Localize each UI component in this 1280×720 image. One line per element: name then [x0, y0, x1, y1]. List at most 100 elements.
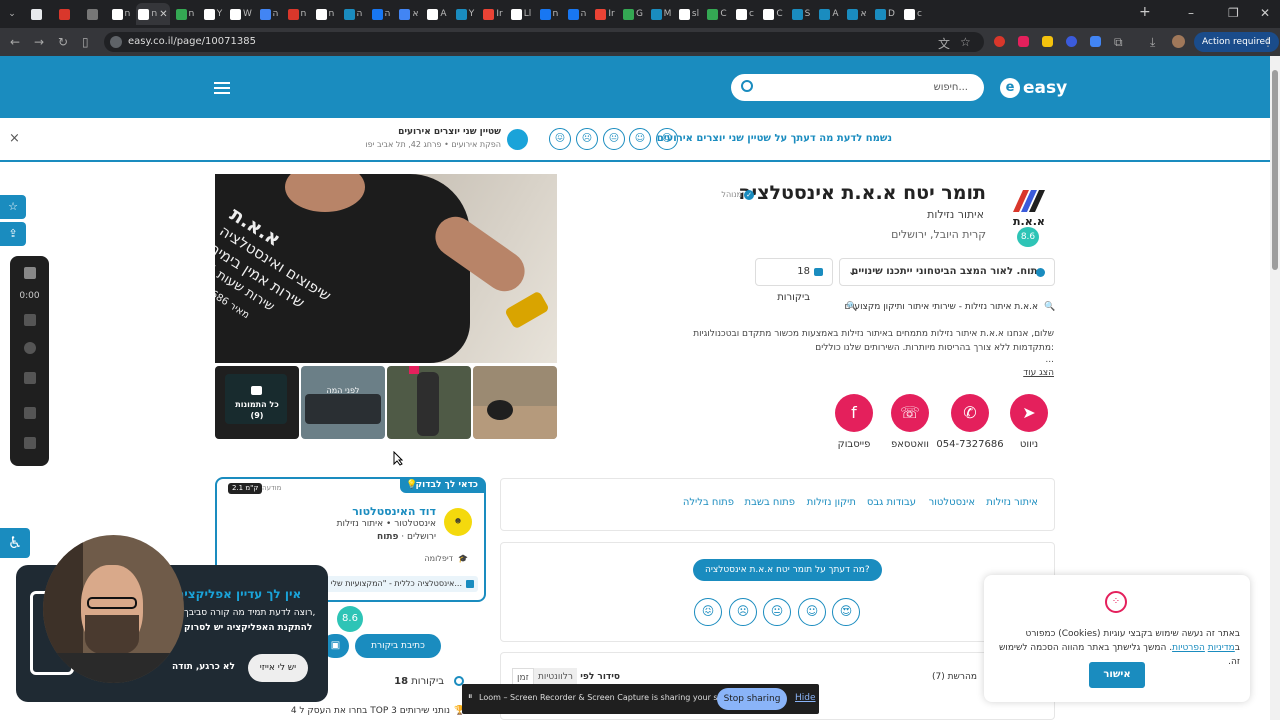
rating-face-1-icon[interactable]: 😖 [549, 128, 571, 150]
review-face-3-icon[interactable]: 😐 [763, 598, 791, 626]
chip-open-shabbat[interactable]: פתוח בשבת [745, 497, 795, 508]
extensions-puzzle-icon[interactable]: ⧉ [1114, 35, 1123, 50]
stop-record-icon[interactable] [24, 267, 36, 279]
app-yes-button[interactable]: יש לי אייזי [248, 654, 308, 682]
app-no-button[interactable]: לא כרגע, תודה [172, 662, 235, 672]
cookie-accept-button[interactable]: אישור [1089, 662, 1145, 688]
chip-plumber[interactable]: אינסטלטור [929, 497, 975, 508]
hide-link[interactable]: Hide [795, 693, 816, 703]
forward-icon[interactable]: → [34, 35, 44, 49]
pause-record-icon[interactable] [24, 314, 36, 326]
rating-face-3-icon[interactable]: 😐 [603, 128, 625, 150]
translate-icon[interactable]: 文 [938, 35, 950, 52]
thumb-photo-2[interactable]: לפני המה [301, 366, 385, 439]
browser-tab-26[interactable]: c [732, 3, 758, 25]
search-input[interactable]: חיפוש... [731, 74, 984, 101]
browser-tab-31[interactable]: D [872, 3, 898, 25]
facebook-button[interactable]: f [835, 394, 873, 432]
privacy-policy-link[interactable]: מדיניות [1208, 643, 1235, 653]
favorite-star-button[interactable]: ☆ [0, 195, 26, 219]
profile-avatar[interactable] [1172, 35, 1185, 48]
browser-tab-19[interactable]: ח [536, 3, 562, 25]
browser-tab-8[interactable]: W [228, 3, 254, 25]
stop-sharing-button[interactable]: Stop sharing [717, 688, 787, 710]
privacy-link-2[interactable]: הפרטיות [1172, 643, 1205, 653]
browser-tab-11[interactable]: ח [312, 3, 338, 25]
browser-tab-25[interactable]: C [704, 3, 730, 25]
extension-icon-5[interactable] [1090, 36, 1101, 47]
reload-icon[interactable]: ↻ [58, 35, 68, 49]
browser-tab-15[interactable]: A [424, 3, 450, 25]
whatsapp-button[interactable]: ☏ [891, 394, 929, 432]
browser-tab-20[interactable]: ה [564, 3, 590, 25]
back-icon[interactable]: ← [10, 35, 20, 49]
main-photo[interactable]: א.א.ת שיפוצים ואינסטלציה שירות אמין בימי… [215, 174, 557, 363]
rating-face-4-icon[interactable]: ☺ [629, 128, 651, 150]
browser-tab-6[interactable]: ח [172, 3, 198, 25]
extension-icon-4[interactable] [1066, 36, 1077, 47]
browser-tab-14[interactable]: א [396, 3, 422, 25]
sidebar-icon[interactable]: ▯ [82, 35, 89, 49]
restart-record-icon[interactable] [24, 342, 36, 354]
browser-tab-23[interactable]: M [648, 3, 674, 25]
extension-icon-2[interactable] [1018, 36, 1029, 47]
browser-tab-9[interactable]: ה [256, 3, 282, 25]
browser-tab-17[interactable]: Ir [480, 3, 506, 25]
site-info-icon[interactable] [110, 36, 122, 48]
thumb-all-photos[interactable]: כל התמונות (9) [215, 366, 299, 439]
close-window-icon[interactable]: ✕ [1260, 6, 1270, 20]
browser-tab-21[interactable]: Ir [592, 3, 618, 25]
scrollbar-thumb[interactable] [1272, 70, 1278, 270]
navigation-button[interactable]: ➤ [1010, 394, 1048, 432]
browser-tab-12[interactable]: ה [340, 3, 366, 25]
drag-handle-icon[interactable] [24, 437, 36, 449]
phone-button[interactable]: ✆ [951, 394, 989, 432]
browser-tab-32[interactable]: c [900, 3, 926, 25]
review-face-2-icon[interactable]: ☹ [729, 598, 757, 626]
chip-leak-repair[interactable]: תיקון נזילות [807, 497, 856, 508]
browser-tab-28[interactable]: S [788, 3, 814, 25]
chip-drywall[interactable]: עבודות גבס [867, 497, 916, 508]
browser-tab-10[interactable]: ח [284, 3, 310, 25]
browser-tab-3[interactable] [80, 3, 106, 25]
download-icon[interactable]: ⤓ [1150, 35, 1155, 50]
browser-tab-24[interactable]: sl [676, 3, 702, 25]
chip-open-night[interactable]: פתוח בלילה [683, 497, 734, 508]
rating-face-5-icon[interactable]: 😍 [656, 128, 678, 150]
reviews-count-button[interactable]: 18 ביקורות [755, 258, 833, 303]
show-more-link[interactable]: הצג עוד [1023, 368, 1054, 378]
extension-icon-1[interactable] [994, 36, 1005, 47]
open-status-button[interactable]: פתוח. לאור המצב הביטחוני ייתכנו שינויים … [839, 258, 1055, 286]
recommend-name[interactable]: דוד האינסטלטור [352, 505, 436, 518]
easy-logo[interactable]: e easy [1000, 76, 1067, 100]
share-button[interactable]: ⇪ [0, 222, 26, 246]
review-face-5-icon[interactable]: 😍 [832, 598, 860, 626]
menu-dots-icon[interactable]: ⋮ [1262, 35, 1274, 49]
browser-tab-2[interactable] [52, 3, 78, 25]
browser-tab-27[interactable]: C [760, 3, 786, 25]
maximize-icon[interactable]: ❐ [1228, 6, 1239, 20]
browser-tab-22[interactable]: G [620, 3, 646, 25]
browser-tab-18[interactable]: Ll [508, 3, 534, 25]
thumb-photo-4[interactable] [473, 366, 557, 439]
review-face-1-icon[interactable]: 😖 [694, 598, 722, 626]
browser-tab-1[interactable] [24, 3, 50, 25]
chip-leak-detection[interactable]: איתור נזילות [986, 497, 1038, 508]
new-tab-icon[interactable]: + [1139, 4, 1151, 20]
rating-face-2-icon[interactable]: ☹ [576, 128, 598, 150]
browser-tab-16[interactable]: Y [452, 3, 478, 25]
browser-tab-5[interactable]: ח ✕ [136, 3, 170, 25]
browser-tab-13[interactable]: ה [368, 3, 394, 25]
survey-close-icon[interactable]: × [9, 131, 20, 146]
tab-search-button[interactable]: ⌄ [2, 3, 22, 25]
browser-tab-30[interactable]: א [844, 3, 870, 25]
review-face-4-icon[interactable]: ☺ [798, 598, 826, 626]
close-tab-icon[interactable]: ✕ [159, 9, 167, 20]
hamburger-menu-icon[interactable] [214, 82, 230, 94]
browser-tab-29[interactable]: A [816, 3, 842, 25]
address-bar[interactable]: easy.co.il/page/10071385 [104, 32, 984, 52]
browser-tab-4[interactable]: ח [108, 3, 134, 25]
minimize-icon[interactable]: – [1188, 6, 1194, 20]
delete-record-icon[interactable] [24, 372, 36, 384]
bookmark-star-icon[interactable]: ☆ [960, 35, 971, 49]
